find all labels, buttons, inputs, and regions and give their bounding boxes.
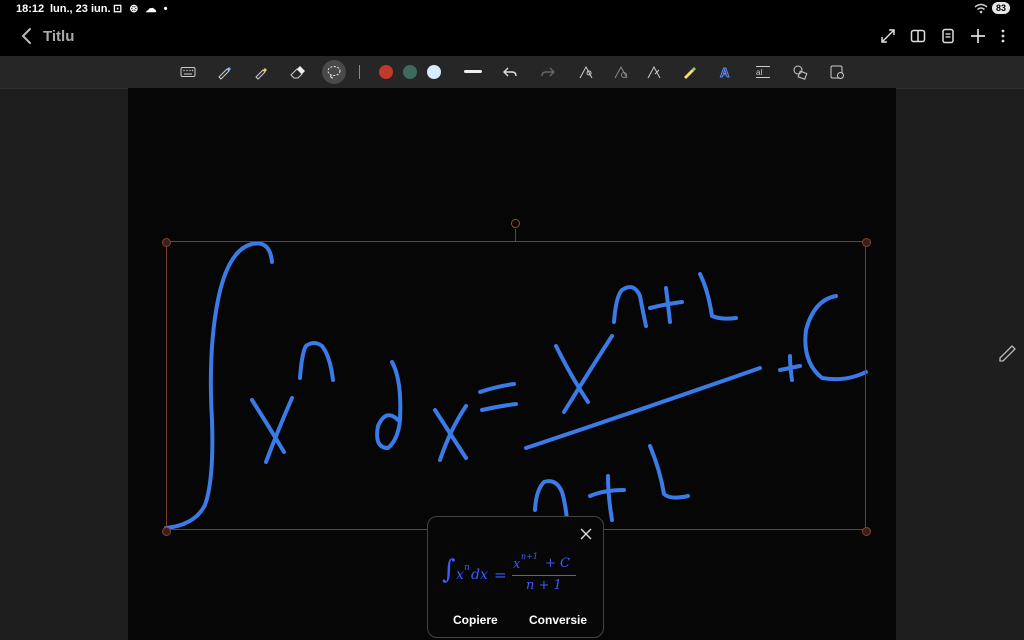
formula-denominator: n + 1 [526,578,562,593]
formula-numerator-exponent: n+1 [521,552,538,561]
math-conversion-popup: ∫ x n dx = x n+1 + C n + 1 Copiere Conve… [427,516,604,638]
close-icon[interactable] [579,527,593,541]
rotate-handle[interactable] [511,219,520,228]
formula-lhs-base: x [456,567,464,583]
convert-button[interactable]: Conversie [529,613,587,627]
selection-handle-top-left[interactable] [162,238,171,247]
floating-pen-icon[interactable] [996,340,1020,362]
formula-fraction-bar [512,575,576,576]
formula-equals: = [494,566,507,584]
formula-integral: ∫ [442,555,456,585]
recognized-formula: ∫ x n dx = x n+1 + C n + 1 [442,551,592,599]
copy-button[interactable]: Copiere [453,613,498,627]
lasso-selection-box[interactable] [166,241,866,530]
formula-lhs-exponent: n [464,563,470,573]
selection-handle-bottom-left[interactable] [162,527,171,536]
selection-handle-bottom-right[interactable] [862,527,871,536]
selection-handle-top-right[interactable] [862,238,871,247]
formula-numerator-constant: + C [545,556,570,571]
formula-lhs-dx: dx [471,567,488,583]
rotate-handle-stem [515,229,516,241]
formula-numerator-base: x [513,557,521,572]
